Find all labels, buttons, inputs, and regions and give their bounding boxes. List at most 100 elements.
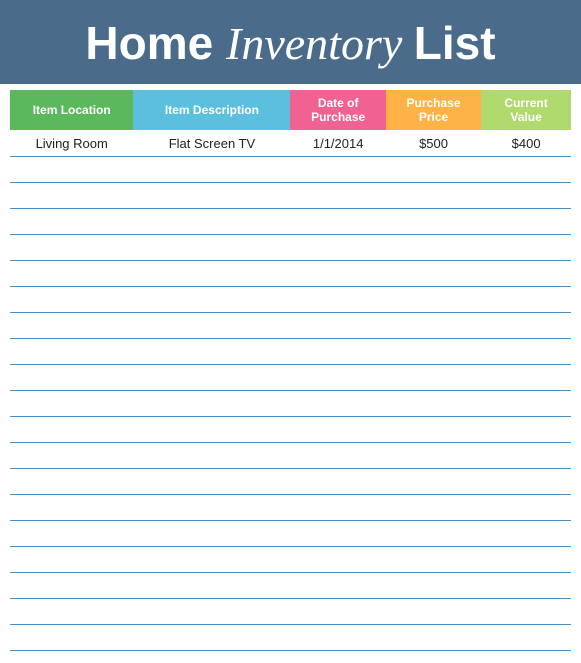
cell-current_value [481, 260, 571, 286]
cell-date [290, 624, 385, 650]
cell-current_value [481, 468, 571, 494]
cell-location: Living Room [10, 130, 133, 156]
cell-date [290, 260, 385, 286]
cell-location [10, 390, 133, 416]
cell-description [133, 598, 290, 624]
cell-date [290, 182, 385, 208]
cell-purchase_price [386, 312, 481, 338]
table-row [10, 338, 571, 364]
cell-current_value [481, 572, 571, 598]
cell-purchase_price [386, 624, 481, 650]
table-row [10, 416, 571, 442]
cell-location [10, 442, 133, 468]
table-row [10, 156, 571, 182]
cell-date [290, 390, 385, 416]
cell-date [290, 598, 385, 624]
header-location: Item Location [10, 90, 133, 131]
cell-date [290, 208, 385, 234]
cell-current_value [481, 156, 571, 182]
cell-current_value [481, 390, 571, 416]
cell-purchase_price [386, 338, 481, 364]
cell-date [290, 416, 385, 442]
table-row [10, 624, 571, 650]
cell-purchase_price [386, 442, 481, 468]
cell-description [133, 364, 290, 390]
cell-description [133, 234, 290, 260]
cell-date [290, 572, 385, 598]
header-purchase-price: PurchasePrice [386, 90, 481, 131]
cell-location [10, 598, 133, 624]
cell-current_value [481, 182, 571, 208]
page-title: Home Inventory List [20, 18, 561, 70]
cell-purchase_price: $500 [386, 130, 481, 156]
page: Home Inventory List Item Location Item D… [0, 0, 581, 663]
cell-purchase_price [386, 208, 481, 234]
table-row: Living RoomFlat Screen TV1/1/2014$500$40… [10, 130, 571, 156]
cell-location [10, 260, 133, 286]
cell-location [10, 234, 133, 260]
cell-location [10, 156, 133, 182]
table-row [10, 182, 571, 208]
cell-date [290, 520, 385, 546]
table-row [10, 546, 571, 572]
cell-description: Flat Screen TV [133, 130, 290, 156]
cell-current_value [481, 286, 571, 312]
table-row [10, 494, 571, 520]
cell-purchase_price [386, 234, 481, 260]
cell-purchase_price [386, 494, 481, 520]
cell-location [10, 572, 133, 598]
cell-location [10, 182, 133, 208]
cell-description [133, 494, 290, 520]
table-row [10, 390, 571, 416]
cell-current_value [481, 494, 571, 520]
table-row [10, 286, 571, 312]
cell-purchase_price [386, 572, 481, 598]
page-header: Home Inventory List [0, 0, 581, 84]
cell-current_value [481, 416, 571, 442]
cell-location [10, 286, 133, 312]
cell-current_value [481, 624, 571, 650]
cell-description [133, 520, 290, 546]
table-row [10, 468, 571, 494]
cell-date [290, 312, 385, 338]
cell-purchase_price [386, 468, 481, 494]
cell-date [290, 442, 385, 468]
cell-purchase_price [386, 520, 481, 546]
cell-location [10, 208, 133, 234]
cell-current_value [481, 520, 571, 546]
cell-current_value [481, 208, 571, 234]
cell-description [133, 182, 290, 208]
cell-date: 1/1/2014 [290, 130, 385, 156]
cell-current_value [481, 364, 571, 390]
cell-location [10, 520, 133, 546]
cell-description [133, 208, 290, 234]
header-current-value: CurrentValue [481, 90, 571, 131]
table-row [10, 208, 571, 234]
cell-description [133, 468, 290, 494]
table-row [10, 442, 571, 468]
table-row [10, 598, 571, 624]
cell-date [290, 494, 385, 520]
cell-location [10, 546, 133, 572]
cell-purchase_price [386, 390, 481, 416]
cell-location [10, 364, 133, 390]
cell-location [10, 624, 133, 650]
title-home: Home [85, 17, 226, 69]
cell-date [290, 338, 385, 364]
cell-description [133, 338, 290, 364]
cell-description [133, 390, 290, 416]
title-inventory: Inventory [226, 18, 414, 69]
cell-location [10, 468, 133, 494]
table-row [10, 312, 571, 338]
cell-purchase_price [386, 156, 481, 182]
cell-location [10, 416, 133, 442]
header-date: Date ofPurchase [290, 90, 385, 131]
cell-current_value: $400 [481, 130, 571, 156]
cell-purchase_price [386, 260, 481, 286]
cell-purchase_price [386, 416, 481, 442]
cell-current_value [481, 598, 571, 624]
cell-date [290, 286, 385, 312]
table-row [10, 234, 571, 260]
cell-current_value [481, 338, 571, 364]
cell-purchase_price [386, 598, 481, 624]
